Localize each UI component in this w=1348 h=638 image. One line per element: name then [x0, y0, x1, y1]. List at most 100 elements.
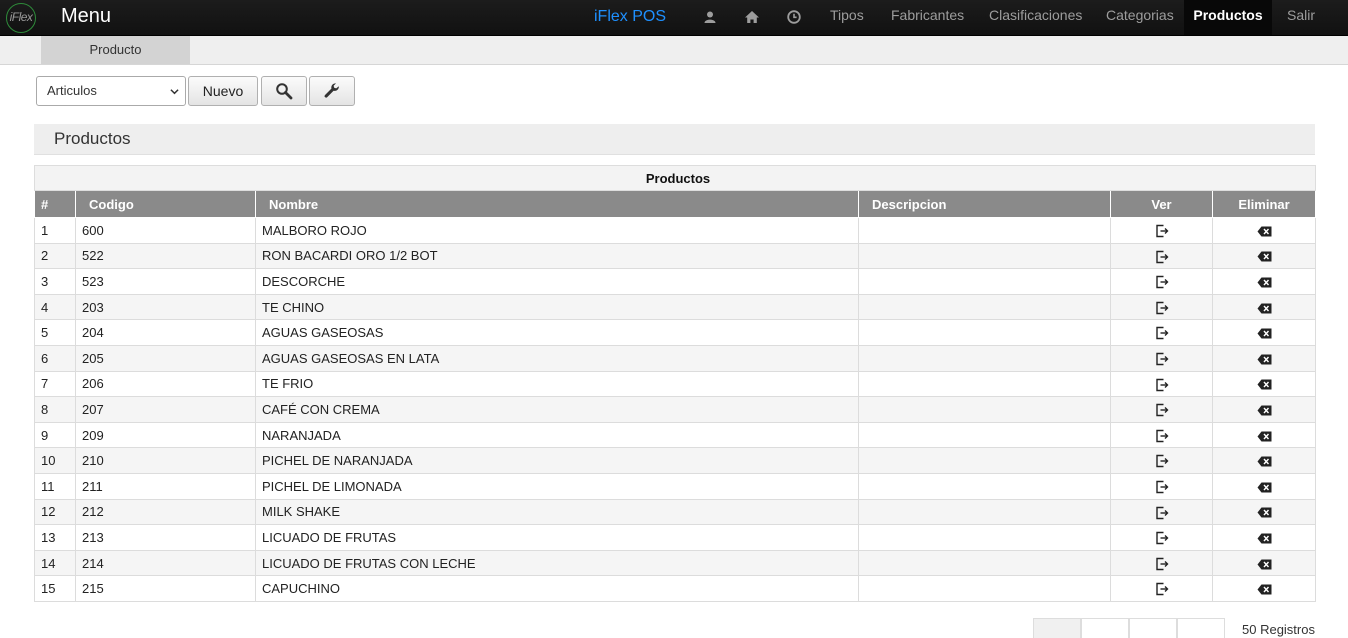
table-row[interactable]: 7 206 TE FRIO [34, 370, 1317, 398]
delete-button[interactable] [1211, 472, 1317, 500]
column-header-codigo[interactable]: Codigo [75, 190, 256, 218]
delete-button[interactable] [1211, 396, 1317, 423]
row-number: 1 [34, 217, 76, 244]
view-button[interactable] [1110, 344, 1213, 372]
view-button[interactable] [1110, 472, 1213, 500]
tools-button[interactable] [309, 76, 355, 106]
view-exit-icon [1155, 480, 1168, 494]
row-codigo: 207 [75, 396, 256, 423]
delete-button[interactable] [1211, 524, 1317, 551]
delete-button[interactable] [1211, 293, 1317, 321]
row-number: 6 [34, 344, 76, 372]
nav-clasificaciones[interactable]: Clasificaciones [989, 0, 1082, 35]
pager-first-button[interactable] [1033, 618, 1081, 638]
row-descripcion [858, 242, 1111, 270]
backspace-delete-icon [1257, 226, 1272, 237]
row-codigo: 204 [75, 319, 256, 346]
delete-button[interactable] [1211, 242, 1317, 270]
column-header-number[interactable]: # [34, 190, 76, 218]
row-number: 12 [34, 498, 76, 526]
table-row[interactable]: 2 522 RON BACARDI ORO 1/2 BOT [34, 242, 1317, 270]
delete-button[interactable] [1211, 575, 1317, 602]
delete-button[interactable] [1211, 344, 1317, 372]
tab-producto[interactable]: Producto [41, 36, 190, 64]
row-number: 3 [34, 268, 76, 295]
view-button[interactable] [1110, 370, 1213, 398]
backspace-delete-icon [1257, 482, 1272, 493]
table-row[interactable]: 15 215 CAPUCHINO [34, 575, 1317, 602]
row-descripcion [858, 370, 1111, 398]
row-descripcion [858, 575, 1111, 602]
delete-button[interactable] [1211, 217, 1317, 244]
delete-button[interactable] [1211, 498, 1317, 526]
view-button[interactable] [1110, 498, 1213, 526]
table-row[interactable]: 1 600 MALBORO ROJO [34, 217, 1317, 244]
row-number: 11 [34, 472, 76, 500]
table-row[interactable]: 9 209 NARANJADA [34, 421, 1317, 449]
nav-salir[interactable]: Salir [1287, 0, 1315, 35]
delete-button[interactable] [1211, 447, 1317, 474]
user-icon[interactable] [702, 9, 718, 25]
row-number: 8 [34, 396, 76, 423]
view-button[interactable] [1110, 293, 1213, 321]
column-header-nombre[interactable]: Nombre [255, 190, 859, 218]
row-number: 7 [34, 370, 76, 398]
view-button[interactable] [1110, 268, 1213, 295]
view-button[interactable] [1110, 549, 1213, 577]
row-descripcion [858, 421, 1111, 449]
nav-fabricantes[interactable]: Fabricantes [891, 0, 964, 35]
clock-icon[interactable] [786, 9, 802, 25]
row-nombre: AGUAS GASEOSAS [255, 319, 859, 346]
search-button[interactable] [261, 76, 307, 106]
table-row[interactable]: 6 205 AGUAS GASEOSAS EN LATA [34, 344, 1317, 372]
view-button[interactable] [1110, 447, 1213, 474]
row-descripcion [858, 472, 1111, 500]
view-button[interactable] [1110, 396, 1213, 423]
view-exit-icon [1155, 429, 1168, 443]
view-button[interactable] [1110, 242, 1213, 270]
view-button[interactable] [1110, 524, 1213, 551]
delete-button[interactable] [1211, 370, 1317, 398]
table-row[interactable]: 3 523 DESCORCHE [34, 268, 1317, 295]
new-button[interactable]: Nuevo [188, 76, 258, 106]
pager-page-button[interactable] [1129, 618, 1177, 638]
row-codigo: 600 [75, 217, 256, 244]
table-body: 1 600 MALBORO ROJO 2 522 RON BACARDI ORO 1/2 … [34, 217, 1317, 602]
panel-title: Productos [34, 124, 1315, 155]
backspace-delete-icon [1257, 328, 1272, 339]
nav-tipos[interactable]: Tipos [830, 0, 864, 35]
nav-categorias[interactable]: Categorias [1106, 0, 1174, 35]
table-row[interactable]: 11 211 PICHEL DE LIMONADA [34, 472, 1317, 500]
table-row[interactable]: 13 213 LICUADO DE FRUTAS [34, 524, 1317, 551]
row-number: 13 [34, 524, 76, 551]
row-number: 5 [34, 319, 76, 346]
view-button[interactable] [1110, 319, 1213, 346]
view-button[interactable] [1110, 421, 1213, 449]
table-row[interactable]: 5 204 AGUAS GASEOSAS [34, 319, 1317, 346]
row-codigo: 214 [75, 549, 256, 577]
table-row[interactable]: 14 214 LICUADO DE FRUTAS CON LECHE [34, 549, 1317, 577]
iflex-logo[interactable]: iFlex [6, 3, 36, 33]
column-header-descripcion[interactable]: Descripcion [858, 190, 1111, 218]
category-select[interactable]: Articulos [36, 76, 186, 106]
column-header-ver: Ver [1110, 190, 1213, 218]
delete-button[interactable] [1211, 549, 1317, 577]
table-row[interactable]: 8 207 CAFÉ CON CREMA [34, 396, 1317, 423]
row-descripcion [858, 268, 1111, 295]
view-exit-icon [1155, 455, 1168, 468]
delete-button[interactable] [1211, 421, 1317, 449]
brand-name[interactable]: iFlex POS [594, 8, 666, 26]
delete-button[interactable] [1211, 319, 1317, 346]
view-button[interactable] [1110, 575, 1213, 602]
pager-prev-button[interactable] [1081, 618, 1129, 638]
table-row[interactable]: 10 210 PICHEL DE NARANJADA [34, 447, 1317, 474]
nav-productos[interactable]: Productos [1184, 0, 1272, 35]
table-row[interactable]: 12 212 MILK SHAKE [34, 498, 1317, 526]
home-icon[interactable] [744, 9, 760, 25]
row-nombre: TE FRIO [255, 370, 859, 398]
table-row[interactable]: 4 203 TE CHINO [34, 293, 1317, 321]
delete-button[interactable] [1211, 268, 1317, 295]
pager-next-button[interactable] [1177, 618, 1225, 638]
view-button[interactable] [1110, 217, 1213, 244]
menu-title[interactable]: Menu [61, 5, 111, 28]
